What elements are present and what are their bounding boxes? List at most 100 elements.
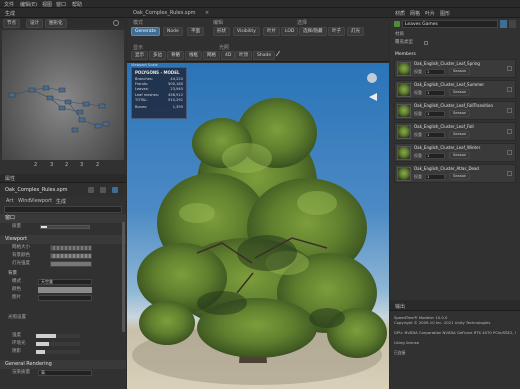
generation-graph[interactable]: [2, 30, 124, 160]
brush-icon[interactable]: [275, 50, 285, 60]
image-field[interactable]: [38, 295, 92, 301]
member-weight-field[interactable]: 1: [425, 69, 445, 75]
remove-icon[interactable]: [509, 20, 516, 28]
select-hide-button[interactable]: 选择/隐藏: [299, 27, 327, 36]
member-name: Oak_English_Cluster_Leaf_Fall: [414, 124, 474, 129]
shade-button[interactable]: Shade: [253, 51, 276, 60]
wireframe-button[interactable]: 线框: [185, 51, 202, 60]
properties-tab-bar: 属性: [0, 174, 126, 183]
subtab-generation[interactable]: 生成: [56, 198, 66, 205]
member-weight-field[interactable]: 1: [425, 90, 445, 96]
member-item[interactable]: Oak_English_Cluster_Leaf_Summer 权重 1 Season: [394, 80, 516, 99]
light-strength-field[interactable]: [50, 261, 92, 267]
color-row: 颜色: [0, 286, 126, 294]
member-item[interactable]: Oak_English_Cluster_Leaf_Winter 权重 1 Season: [394, 143, 516, 162]
tab-output[interactable]: 输出: [395, 303, 405, 310]
menu-help[interactable]: 帮助: [72, 1, 82, 8]
member-season-button[interactable]: Season: [449, 68, 471, 75]
settings-icon[interactable]: [113, 20, 119, 26]
member-delete-icon[interactable]: [507, 150, 512, 155]
member-weight-field[interactable]: 1: [425, 153, 445, 159]
member-season-button[interactable]: Season: [449, 110, 471, 117]
pin-icon[interactable]: [88, 187, 94, 193]
member-weight-field[interactable]: 1: [425, 174, 445, 180]
lights-button[interactable]: 灯光: [347, 27, 364, 36]
tab-materials[interactable]: 材质: [395, 10, 405, 17]
node-button[interactable]: 节点: [3, 19, 20, 28]
bones-button[interactable]: 骨骼: [167, 51, 184, 60]
render-quality-select[interactable]: 高: [38, 370, 92, 376]
member-weight-field[interactable]: 1: [425, 132, 445, 138]
display-button[interactable]: 显示: [131, 51, 148, 60]
member-delete-icon[interactable]: [507, 87, 512, 92]
subtab-viewport[interactable]: Viewport: [30, 198, 52, 204]
section-viewport[interactable]: Viewport: [0, 235, 126, 244]
bg-color-field[interactable]: [50, 253, 92, 259]
member-delete-icon[interactable]: [507, 129, 512, 134]
shape-button[interactable]: 形状: [213, 27, 230, 36]
leaf-button[interactable]: 叶片: [263, 27, 280, 36]
4d-button[interactable]: 4D: [221, 51, 236, 60]
asset-select[interactable]: Leaves Games: [402, 20, 498, 28]
menu-view[interactable]: 视图: [42, 1, 52, 8]
leaf-top-button[interactable]: 叶顶: [235, 51, 252, 60]
close-tab-icon[interactable]: ×: [205, 11, 209, 16]
member-item[interactable]: Oak_English_Cluster_Atlas_Dead 权重 1 Season: [394, 164, 516, 183]
member-item[interactable]: Oak_English_Cluster_Leaf_FallTransition 权…: [394, 101, 516, 120]
member-season-button[interactable]: Season: [449, 152, 471, 159]
tab-scene-file[interactable]: Oak_Complex_Rules.spm: [133, 10, 196, 16]
mesh-button[interactable]: 网格: [203, 51, 220, 60]
section-window[interactable]: 窗口: [0, 214, 126, 223]
member-item[interactable]: Oak_English_Cluster_Leaf_Spring 权重 1 Season: [394, 59, 516, 78]
grid-size-field[interactable]: [50, 245, 92, 251]
properties-scrollbar[interactable]: [122, 222, 125, 332]
visibility-button[interactable]: Visibility: [233, 27, 260, 36]
design-button[interactable]: 设计: [26, 19, 43, 28]
menu-bar: 文件 编辑(E) 视图 窗口 帮助: [0, 0, 520, 8]
tab-mesh[interactable]: 网格: [410, 10, 420, 17]
mode-select[interactable]: 天空盒: [38, 279, 92, 285]
link-icon[interactable]: [112, 187, 118, 193]
shadow-slider[interactable]: [36, 350, 80, 354]
member-weight-label: 权重: [414, 174, 422, 179]
member-delete-icon[interactable]: [507, 66, 512, 71]
tab-generation[interactable]: 生成: [5, 10, 15, 17]
lock-icon[interactable]: [100, 187, 106, 193]
leaves-button[interactable]: 叶子: [328, 27, 345, 36]
tab-leaves[interactable]: 叶片: [425, 10, 435, 17]
graph-button[interactable]: 图形化: [45, 19, 67, 28]
mode-row: 模式 天空盒: [0, 278, 126, 286]
poly-button[interactable]: 多边: [149, 51, 166, 60]
member-season-button[interactable]: Season: [449, 173, 471, 180]
plane-button[interactable]: 平面: [187, 27, 204, 36]
properties-search-input[interactable]: [4, 206, 122, 213]
menu-edit[interactable]: 编辑(E): [20, 1, 37, 8]
menu-window[interactable]: 窗口: [56, 1, 66, 8]
count-2: 3: [50, 162, 54, 168]
member-season-button[interactable]: Season: [449, 89, 471, 96]
member-name: Oak_English_Cluster_Leaf_Spring: [414, 61, 480, 66]
graph-nodes: [8, 85, 110, 133]
member-season-button[interactable]: Season: [449, 131, 471, 138]
member-weight-field[interactable]: 1: [425, 111, 445, 117]
subtab-art[interactable]: Art: [6, 198, 13, 204]
menu-file[interactable]: 文件: [4, 1, 14, 8]
tab-properties[interactable]: 属性: [5, 175, 15, 182]
member-delete-icon[interactable]: [507, 108, 512, 113]
lod-button[interactable]: LOD: [281, 27, 299, 36]
image-label: 图片: [12, 295, 21, 300]
member-item[interactable]: Oak_English_Cluster_Leaf_Fall 权重 1 Season: [394, 122, 516, 141]
member-delete-icon[interactable]: [507, 171, 512, 176]
add-icon[interactable]: [500, 20, 507, 28]
tab-graphics[interactable]: 图形: [440, 10, 450, 17]
section-general-rendering[interactable]: General Rendering: [0, 360, 126, 369]
subtab-wind[interactable]: Wind: [18, 198, 31, 204]
node-mode-button[interactable]: Node: [163, 27, 183, 36]
override-checkbox[interactable]: [424, 41, 428, 45]
color-swatch[interactable]: [38, 287, 92, 293]
generate-button[interactable]: Generate: [131, 27, 161, 36]
ambient-slider[interactable]: [36, 342, 80, 346]
intensity-slider[interactable]: [36, 334, 80, 338]
camera-icon[interactable]: [367, 73, 377, 83]
quality-slider[interactable]: [40, 225, 90, 229]
